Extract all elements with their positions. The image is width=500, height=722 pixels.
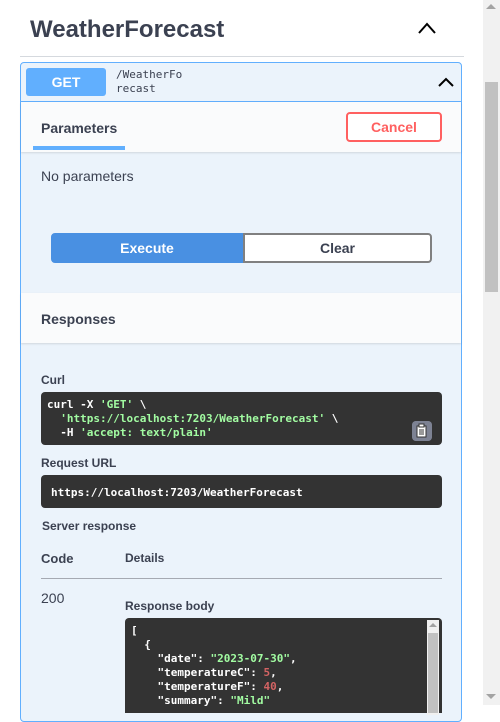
json-line: "temperatureF": 40,	[131, 680, 284, 693]
scroll-down-arrow-icon[interactable]	[486, 694, 496, 699]
curl-continuation: \	[133, 398, 147, 411]
method-badge[interactable]: GET	[26, 68, 106, 96]
execute-button[interactable]: Execute	[51, 233, 243, 263]
request-url-label: Request URL	[41, 456, 117, 470]
response-table-divider	[41, 578, 442, 579]
curl-continuation: \	[325, 412, 339, 425]
json-line: "date": "2023-07-30",	[131, 652, 297, 665]
clear-button[interactable]: Clear	[243, 233, 432, 263]
details-column-header: Details	[125, 551, 165, 565]
curl-code-block[interactable]: curl -X 'GET' \ 'https://localhost:7203/…	[41, 392, 442, 445]
tab-parameters[interactable]: Parameters	[41, 120, 117, 136]
curl-url: 'https://localhost:7203/WeatherForecast'	[60, 412, 326, 425]
curl-header: 'accept: text/plain'	[80, 426, 213, 439]
curl-header-flag: -H	[47, 426, 81, 439]
response-body-scroll-thumb[interactable]	[428, 633, 438, 713]
scroll-up-arrow-icon[interactable]	[486, 4, 496, 9]
code-column-header: Code	[41, 551, 74, 566]
json-line: {	[131, 638, 151, 651]
curl-label: Curl	[41, 373, 65, 387]
tag-title[interactable]: WeatherForecast	[30, 16, 224, 44]
curl-cmd: curl -X	[47, 398, 100, 411]
no-parameters-text: No parameters	[41, 168, 134, 184]
scroll-up-arrow-icon[interactable]	[429, 623, 437, 627]
operation-path[interactable]: /WeatherForecast	[116, 68, 186, 96]
request-url: https://localhost:7203/WeatherForecast	[51, 486, 303, 499]
chevron-up-icon[interactable]	[436, 74, 456, 90]
tab-active-indicator	[33, 146, 125, 150]
json-line: [	[131, 624, 138, 637]
page-scroll-thumb[interactable]	[485, 82, 498, 292]
json-line: "summary": "Mild"	[131, 694, 271, 707]
server-response-label: Server response	[42, 519, 137, 533]
response-status-code: 200	[41, 590, 65, 606]
chevron-up-icon[interactable]	[416, 20, 438, 36]
curl-method: 'GET'	[99, 398, 134, 411]
tag-divider	[20, 56, 464, 57]
json-line: "temperatureC": 5,	[131, 666, 277, 679]
cancel-button[interactable]: Cancel	[346, 112, 442, 142]
responses-title: Responses	[41, 311, 116, 327]
response-body-json: [ { "date": "2023-07-30", "temperatureC"…	[131, 624, 297, 708]
response-body-label: Response body	[125, 599, 215, 613]
copy-to-clipboard-icon[interactable]	[412, 421, 432, 441]
